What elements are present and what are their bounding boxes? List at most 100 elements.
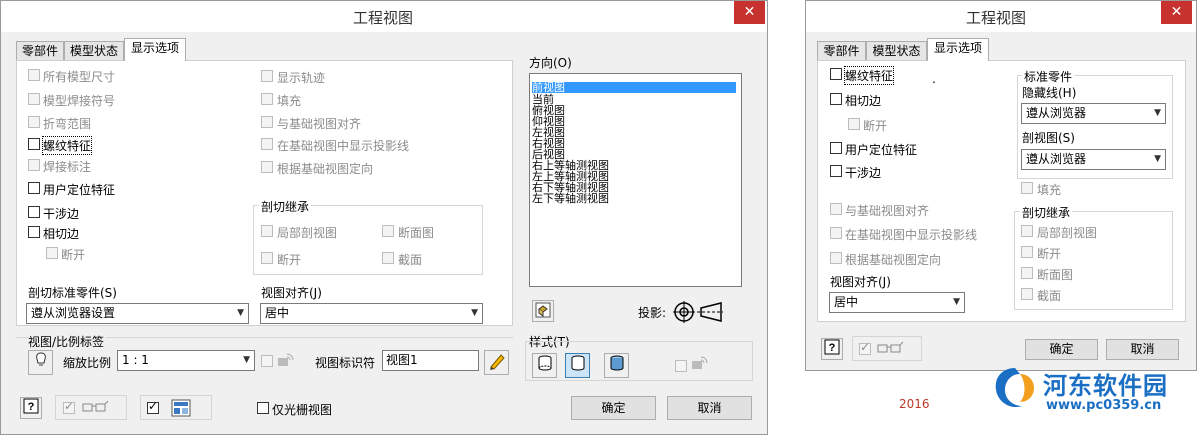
break-label: 断开 (863, 119, 888, 133)
style-shaded-button[interactable] (604, 353, 629, 378)
section-break-checkbox[interactable] (261, 252, 273, 264)
help-button[interactable]: ? (821, 338, 843, 360)
section-label: 截面 (398, 253, 423, 267)
style-hidden-line-removed-button[interactable] (565, 353, 590, 378)
orient-from-base-label: 根据基础视图定向 (845, 253, 942, 267)
watermark-logo-icon (995, 368, 1034, 408)
orientation-label: 方向(O) (529, 56, 572, 70)
model-weld-symbols-label: 模型焊接符号 (43, 94, 116, 108)
list-item[interactable]: 前视图 (532, 82, 736, 93)
projection-lines-label: 在基础视图中显示投影线 (277, 139, 410, 153)
close-button[interactable]: ✕ (1161, 1, 1192, 24)
edit-view-label-button[interactable] (28, 350, 53, 375)
view-layout-icon (171, 399, 191, 417)
break-checkbox[interactable] (848, 118, 860, 130)
slice-checkbox[interactable] (382, 225, 394, 237)
hidden-line-value: 遵从浏览器 (1026, 106, 1087, 120)
break-out-checkbox[interactable] (1021, 225, 1033, 237)
help-button[interactable]: ? (20, 397, 42, 419)
tab-model-state[interactable]: 模型状态 (64, 41, 124, 61)
style-hidden-line-button[interactable] (532, 353, 557, 378)
orient-from-base-checkbox[interactable] (261, 161, 273, 173)
section-checkbox[interactable] (1021, 288, 1033, 300)
orientation-list[interactable]: 前视图 当前 俯视图 仰视图 左视图 右视图 后视图 右上等轴测视图 左上等轴测… (529, 73, 742, 287)
projection-icon[interactable] (673, 299, 725, 325)
tab-components[interactable]: 零部件 (16, 41, 64, 61)
check-mark-icon: ✓ (860, 340, 871, 354)
year-label: 2016 (899, 397, 930, 411)
hatching-label: 填充 (1037, 183, 1062, 197)
orient-from-base-checkbox[interactable] (830, 252, 842, 264)
weld-annotations-checkbox[interactable] (28, 159, 40, 171)
align-to-base-label: 与基础视图对齐 (277, 117, 362, 131)
slice-checkbox[interactable] (1021, 267, 1033, 279)
user-work-features-checkbox[interactable] (830, 142, 842, 154)
hidden-line-select[interactable]: 遵从浏览器 ▼ (1021, 103, 1166, 124)
scale-label: 缩放比例 (63, 356, 112, 370)
view-align-value: 居中 (265, 306, 290, 320)
section-inheritance-title: 剖切继承 (259, 198, 312, 215)
section-view-select[interactable]: 遵从浏览器 ▼ (1021, 149, 1166, 170)
label-visibility-icon (692, 356, 708, 369)
hatching-checkbox[interactable] (261, 93, 273, 105)
section-break-checkbox[interactable] (1021, 246, 1033, 258)
all-model-dimensions-checkbox[interactable] (28, 69, 40, 81)
view-align-label: 视图对齐(J) (830, 275, 891, 289)
chevron-down-icon: ▼ (1154, 108, 1161, 118)
interference-edges-checkbox[interactable] (830, 165, 842, 177)
tab-display-options[interactable]: 显示选项 (124, 38, 186, 61)
align-to-base-checkbox[interactable] (261, 116, 273, 128)
bend-extents-checkbox[interactable] (28, 116, 40, 128)
cancel-button[interactable]: 取消 (1106, 339, 1179, 360)
tangent-edges-checkbox[interactable] (830, 93, 842, 105)
tangent-edges-label: 相切边 (845, 94, 882, 108)
raster-only-checkbox[interactable] (257, 402, 269, 414)
watermark-name: 河东软件园 (1043, 372, 1168, 400)
view-scale-label: 视图/比例标签 (28, 333, 107, 350)
thread-feature-checkbox[interactable] (28, 138, 40, 150)
style-from-base-checkbox[interactable] (675, 360, 687, 372)
scale-visibility-checkbox[interactable] (261, 355, 273, 367)
projection-lines-checkbox[interactable] (830, 227, 842, 239)
ok-button[interactable]: 确定 (571, 396, 656, 420)
tab-model-state[interactable]: 模型状态 (866, 41, 927, 61)
slice-label: 断面图 (398, 226, 435, 240)
close-button[interactable]: ✕ (734, 1, 765, 24)
tangent-edges-checkbox[interactable] (28, 226, 40, 238)
chevron-down-icon: ▼ (243, 355, 250, 365)
model-weld-symbols-checkbox[interactable] (28, 93, 40, 105)
show-trails-checkbox[interactable] (261, 70, 273, 82)
break-out-checkbox[interactable] (261, 225, 273, 237)
chevron-down-icon: ▼ (471, 308, 478, 318)
thread-feature-label: 螺纹特征 (41, 136, 93, 155)
raster-only-label: 仅光栅视图 (272, 403, 333, 417)
check-mark-icon: ✓ (64, 399, 75, 413)
scale-value: 1 : 1 (122, 353, 149, 367)
section-standard-parts-select[interactable]: 遵从浏览器设置 ▼ (26, 303, 249, 324)
section-label: 截面 (1037, 289, 1062, 303)
list-item[interactable]: 左下等轴测视图 (532, 193, 609, 204)
scale-select[interactable]: 1 : 1 ▼ (117, 350, 255, 371)
align-to-base-checkbox[interactable] (830, 203, 842, 215)
thread-feature-checkbox[interactable] (830, 68, 842, 80)
section-inheritance-title: 剖切继承 (1020, 204, 1073, 221)
watermark-url: www.pc0359.cn (1046, 398, 1162, 413)
view-align-select[interactable]: 居中 ▼ (260, 303, 483, 324)
user-work-features-checkbox[interactable] (28, 182, 40, 194)
interference-edges-checkbox[interactable] (28, 206, 40, 218)
hatching-checkbox[interactable] (1021, 182, 1033, 194)
section-checkbox[interactable] (382, 252, 394, 264)
hidden-line-label: 隐藏线(H) (1022, 86, 1077, 100)
tab-display-options[interactable]: 显示选项 (927, 38, 989, 61)
break-checkbox[interactable] (46, 247, 58, 259)
tab-components[interactable]: 零部件 (817, 41, 866, 61)
view-align-select[interactable]: 居中 ▼ (829, 292, 965, 313)
cancel-button[interactable]: 取消 (667, 396, 752, 420)
edit-label-button[interactable] (484, 350, 509, 375)
custom-view-button[interactable] (532, 300, 554, 322)
projection-lines-checkbox[interactable] (261, 138, 273, 150)
view-id-input[interactable]: 视图1 (382, 350, 479, 371)
tangent-edges-label: 相切边 (43, 227, 80, 241)
user-work-features-label: 用户定位特征 (845, 143, 918, 157)
ok-button[interactable]: 确定 (1025, 339, 1098, 360)
